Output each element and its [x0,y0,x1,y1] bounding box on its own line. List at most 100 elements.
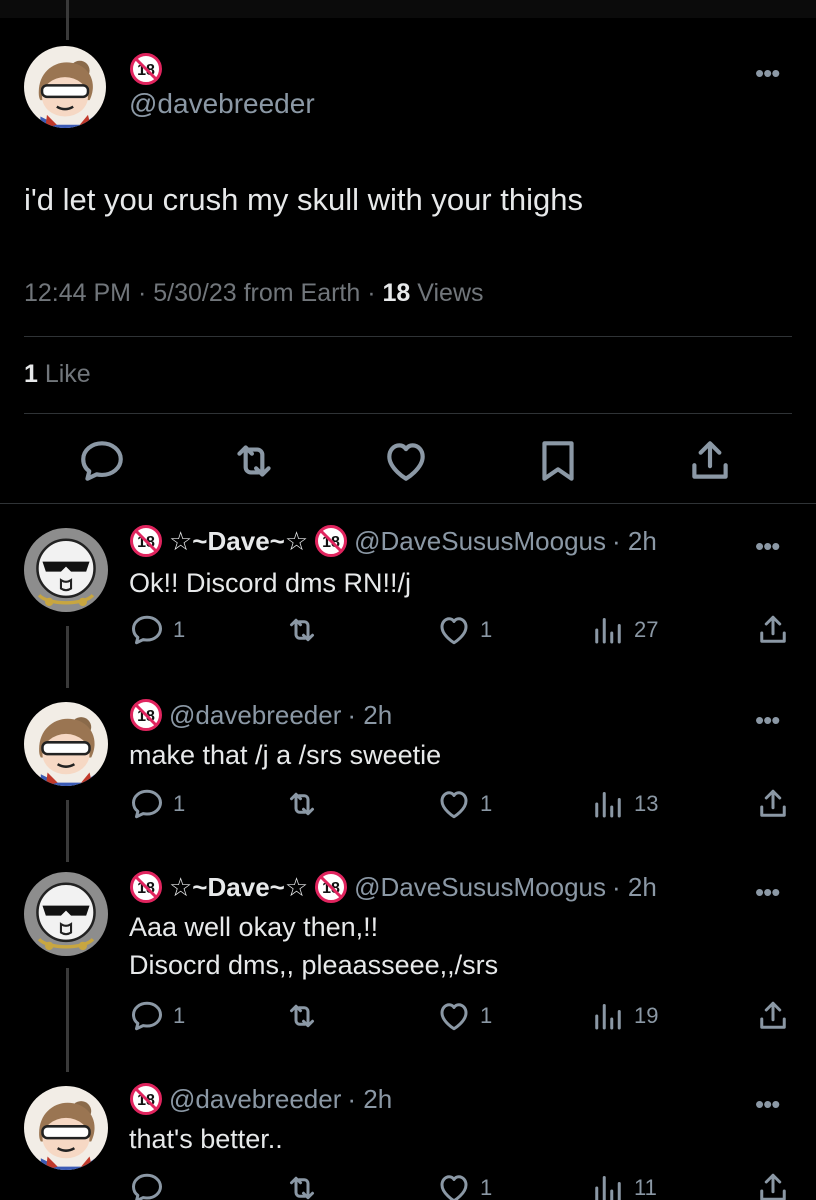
more-icon[interactable]: ••• [755,533,780,559]
more-icon[interactable]: ••• [755,879,780,905]
share-button[interactable] [755,1170,791,1200]
display-name[interactable]: ☆~Dave~☆ [169,526,308,557]
thread-connector [66,800,69,862]
reply-icon [129,1170,165,1200]
display-name[interactable]: ☆~Dave~☆ [169,872,308,903]
heart-icon [436,998,472,1034]
like-count: 1 [480,791,493,816]
reply-text-line: Aaa well okay then,!! [129,912,379,942]
views-button[interactable]: 13 [590,786,658,822]
more-icon[interactable]: ••• [755,1091,780,1117]
reply-text: Ok!! Discord dms RN!!/j [129,564,411,602]
views-button[interactable]: 27 [590,612,658,648]
retweet-icon [229,436,279,486]
reply-text-line: Disocrd dms,, pleaasseee,,/srs [129,950,499,980]
top-bar [0,0,816,18]
like-button[interactable]: 1 [436,1170,492,1200]
reply-age: · 2h [612,871,657,902]
retweet-button[interactable] [229,436,279,486]
reply-button[interactable]: 1 [129,612,185,648]
more-icon[interactable]: ••• [755,60,780,86]
18-plus-badge-icon [129,698,163,732]
bookmark-button[interactable] [533,436,583,486]
retweet-button[interactable] [284,786,320,822]
thread-connector [66,0,69,40]
reply-icon [129,612,165,648]
thread-connector [66,626,69,688]
user-handle[interactable]: @DaveSususMoogus [354,872,606,903]
more-icon[interactable]: ••• [755,707,780,733]
author-handle[interactable]: @davebreeder [129,88,315,120]
reply-avatar[interactable] [24,1086,108,1170]
share-icon [685,436,735,486]
views-count: 18 [382,279,411,307]
like-count: 1 [480,617,493,642]
thread-connector [66,968,69,1072]
reply-button[interactable]: 1 [129,998,185,1034]
like-count: 1 [480,1003,493,1028]
18-plus-badge-icon [314,524,348,558]
reply-text-line: Ok!! Discord dms RN!!/j [129,568,412,598]
share-icon [755,612,791,648]
reply-header: @davebreeder · 2h [129,698,392,732]
reply-text: Aaa well okay then,!! Disocrd dms,, plea… [129,908,498,984]
share-button[interactable] [685,436,735,486]
reply-avatar[interactable] [24,528,108,612]
18-plus-badge-icon [129,524,163,558]
like-button[interactable] [381,436,431,486]
like-button[interactable]: 1 [436,786,492,822]
reply-button[interactable] [77,436,127,486]
share-button[interactable] [755,612,791,648]
avatar-image [24,528,108,612]
views-count: 13 [634,791,659,816]
share-icon [755,998,791,1034]
author-avatar[interactable] [24,46,106,128]
user-handle[interactable]: @davebreeder [169,1084,341,1115]
likes-label: Like [37,360,91,388]
like-button[interactable]: 1 [436,998,492,1034]
tweet-timestamp[interactable]: 12:44 PM · 5/30/23 from Earth · [24,279,383,307]
reply-count: 1 [173,1003,186,1028]
like-button[interactable]: 1 [436,612,492,648]
18-plus-badge-icon [129,1082,163,1116]
share-button[interactable] [755,998,791,1034]
reply-text: make that /j a /srs sweetie [129,736,441,774]
share-icon [755,786,791,822]
avatar-image [24,872,108,956]
reply-header: ☆~Dave~☆ @DaveSususMoogus · 2h [129,524,657,558]
reply-icon [77,436,127,486]
views-count: 19 [634,1003,659,1028]
divider [24,336,792,337]
heart-icon [436,1170,472,1200]
tweet-text: i'd let you crush my skull with your thi… [24,182,583,217]
likes-summary[interactable]: 1 Like [24,360,91,389]
heart-icon [381,436,431,486]
reply-age: · 2h [612,525,657,556]
views-button[interactable]: 11 [590,1170,657,1200]
reply-button[interactable] [129,1170,173,1200]
retweet-icon [284,1170,320,1200]
share-icon [755,1170,791,1200]
divider [0,503,816,504]
retweet-button[interactable] [284,1170,320,1200]
reply-header: @davebreeder · 2h [129,1082,392,1116]
views-icon [590,998,626,1034]
retweet-button[interactable] [284,612,320,648]
user-handle[interactable]: @davebreeder [169,700,341,731]
views-label: Views [410,279,484,307]
user-handle[interactable]: @DaveSususMoogus [354,526,606,557]
views-count: 11 [634,1175,657,1200]
reply-icon [129,786,165,822]
reply-avatar[interactable] [24,702,108,786]
views-button[interactable]: 19 [590,998,658,1034]
views-icon [590,1170,626,1200]
views-icon [590,786,626,822]
share-button[interactable] [755,786,791,822]
avatar-image [24,1086,108,1170]
reply-avatar[interactable] [24,872,108,956]
heart-icon [436,786,472,822]
retweet-button[interactable] [284,998,320,1034]
reply-count: 1 [173,617,186,642]
18-plus-badge-icon [129,52,163,86]
reply-button[interactable]: 1 [129,786,185,822]
